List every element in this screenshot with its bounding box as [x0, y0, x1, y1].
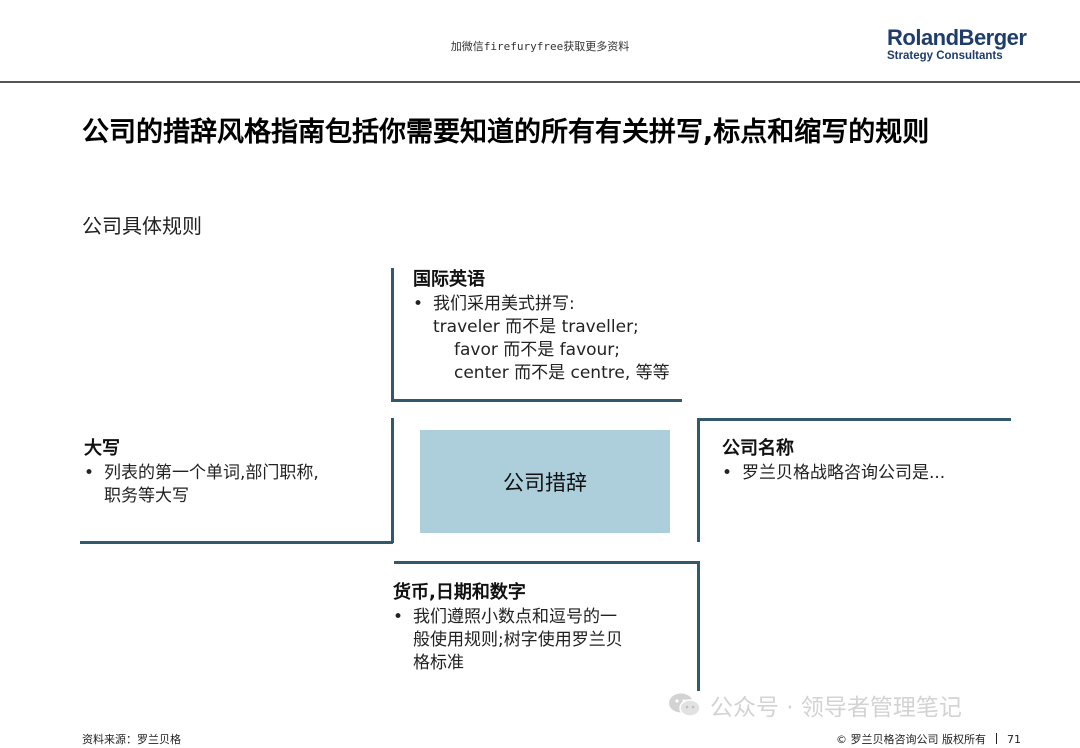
section-subtitle: 公司具体规则	[82, 214, 202, 238]
bottom-block-bullet-text-2: 般使用规则;树字使用罗兰贝	[413, 630, 623, 650]
bullet-dot-icon: •	[413, 294, 424, 314]
top-block-bottom-rule	[391, 399, 682, 402]
top-block-bullet-text: 我们采用美式拼写:	[433, 294, 575, 314]
right-block-top-rule	[697, 418, 1011, 421]
right-block-heading: 公司名称	[722, 438, 794, 459]
logo-wordmark: RolandBerger	[887, 25, 1027, 50]
left-block-bullet: • 列表的第一个单词,部门职称,	[84, 462, 319, 485]
top-block-left-rule	[391, 268, 394, 401]
bottom-block-bullet-text-1: 我们遵照小数点和逗号的一	[413, 607, 617, 627]
bottom-block-right-rule	[697, 561, 700, 691]
left-block-heading: 大写	[84, 438, 120, 459]
right-block-bullet-text: 罗兰贝格战略咨询公司是...	[742, 463, 946, 483]
header-rule	[0, 81, 1080, 83]
top-block-heading: 国际英语	[413, 269, 485, 290]
right-block-bullet: • 罗兰贝格战略咨询公司是...	[722, 462, 945, 485]
bullet-dot-icon: •	[722, 463, 733, 483]
bottom-block-bullet-text-3: 格标准	[413, 653, 464, 673]
bottom-block-heading: 货币,日期和数字	[393, 582, 526, 603]
top-block-line-1: traveler 而不是 traveller;	[433, 317, 639, 337]
footer-copyright: © 罗兰贝格咨询公司 版权所有	[836, 733, 986, 746]
top-block-line-2: favor 而不是 favour;	[454, 340, 621, 360]
footer-copyright-block: © 罗兰贝格咨询公司 版权所有 71	[836, 731, 1021, 747]
left-block: 大写 • 列表的第一个单词,部门职称, 职务等大写	[84, 434, 319, 508]
wechat-icon	[669, 693, 701, 717]
top-block: 国际英语 • 我们采用美式拼写: traveler 而不是 traveller; …	[413, 265, 670, 385]
bottom-block: 货币,日期和数字 • 我们遵照小数点和逗号的一 般使用规则;树字使用罗兰贝 格标准	[393, 578, 623, 675]
watermark: 公众号 · 领导者管理笔记	[668, 688, 962, 722]
left-block-bullet-text-1: 列表的第一个单词,部门职称,	[104, 463, 319, 483]
company-logo: RolandBerger Strategy Consultants	[887, 25, 1037, 63]
footer-source: 资料来源：罗兰贝格	[82, 733, 181, 746]
bullet-dot-icon: •	[393, 607, 404, 627]
bottom-block-bullet: • 我们遵照小数点和逗号的一	[393, 606, 623, 629]
logo-tagline: Strategy Consultants	[887, 50, 1003, 62]
page-number: 71	[1007, 733, 1021, 746]
top-block-bullet: • 我们采用美式拼写:	[413, 293, 670, 316]
right-block-left-rule	[697, 418, 700, 542]
watermark-text: 公众号 · 领导者管理笔记	[710, 695, 962, 721]
right-block: 公司名称 • 罗兰贝格战略咨询公司是...	[722, 434, 945, 485]
center-topic-label: 公司措辞	[503, 470, 587, 495]
center-topic-box: 公司措辞	[420, 430, 670, 533]
footer-separator	[996, 733, 997, 744]
left-block-bottom-rule	[80, 541, 393, 544]
page-title: 公司的措辞风格指南包括你需要知道的所有有关拼写,标点和缩写的规则	[82, 117, 930, 148]
left-block-bullet-text-2: 职务等大写	[104, 486, 189, 506]
left-block-right-rule	[391, 418, 394, 543]
bottom-block-top-rule	[394, 561, 700, 564]
bullet-dot-icon: •	[84, 463, 95, 483]
top-block-line-3: center 而不是 centre, 等等	[454, 363, 670, 383]
